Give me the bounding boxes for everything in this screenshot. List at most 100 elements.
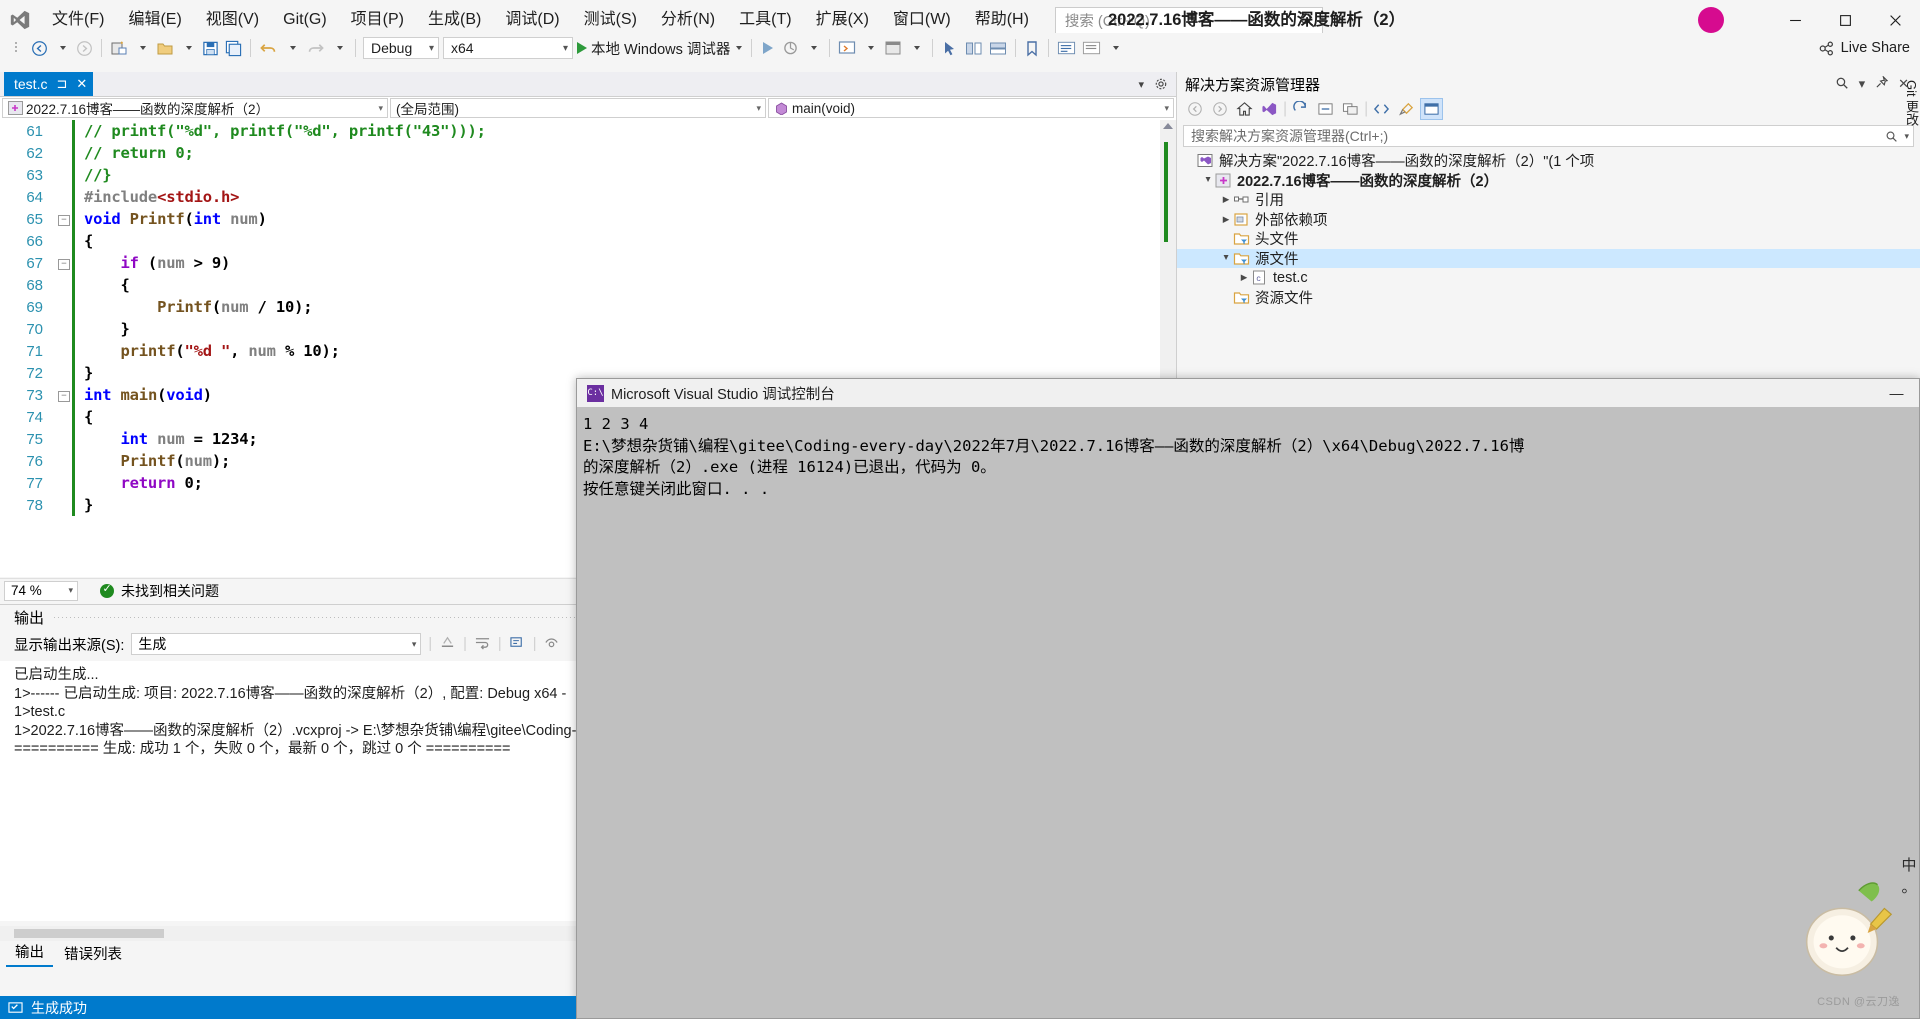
refresh-button[interactable] bbox=[1289, 98, 1312, 120]
code-line[interactable]: 70 } bbox=[0, 318, 1160, 340]
search-icon[interactable] bbox=[1830, 76, 1854, 93]
navigate-back-button[interactable] bbox=[28, 35, 51, 61]
tab-test-c[interactable]: test.c ⊐ ✕ bbox=[4, 72, 94, 96]
solution-tree-item[interactable]: 资源文件 bbox=[1177, 288, 1920, 308]
expand-collapse-icon[interactable]: ▲ bbox=[1201, 175, 1215, 185]
save-all-button[interactable] bbox=[222, 35, 245, 61]
scroll-change-marker bbox=[1164, 142, 1168, 242]
output-source-select[interactable]: 生成 ▾ bbox=[131, 633, 422, 655]
save-button[interactable] bbox=[199, 35, 222, 61]
expand-collapse-icon[interactable]: ▲ bbox=[1219, 253, 1233, 263]
nav-project-select[interactable]: 2022.7.16博客——函数的深度解析（2） ▾ bbox=[2, 98, 388, 118]
line-number: 66 bbox=[26, 232, 43, 250]
git-changes-tab[interactable]: Git 更改 bbox=[1902, 72, 1920, 252]
fold-toggle-icon[interactable]: − bbox=[56, 212, 72, 226]
attach-dropdown[interactable] bbox=[802, 35, 824, 61]
code-line[interactable]: 68 { bbox=[0, 274, 1160, 296]
account-avatar[interactable] bbox=[1698, 7, 1724, 33]
uncomment-lines-button[interactable] bbox=[1079, 35, 1104, 61]
code-line[interactable]: 65− void Printf(int num) bbox=[0, 208, 1160, 230]
tab-list-dropdown-icon[interactable]: ▾ bbox=[1138, 78, 1144, 91]
forward-button[interactable] bbox=[1208, 98, 1231, 120]
code-line[interactable]: 71 printf("%d ", num % 10); bbox=[0, 340, 1160, 362]
home-button[interactable] bbox=[1233, 98, 1256, 120]
toolbar-window-button[interactable] bbox=[881, 35, 905, 61]
expand-icon[interactable]: ▶ bbox=[1237, 272, 1251, 283]
pin-icon[interactable]: ⊐ bbox=[56, 76, 67, 92]
expand-icon[interactable]: ▶ bbox=[1219, 194, 1233, 205]
solution-tree-item[interactable]: 解决方案"2022.7.16博客——函数的深度解析（2）"(1 个项 bbox=[1177, 151, 1920, 171]
attach-process-button[interactable] bbox=[779, 35, 802, 61]
pin-icon[interactable] bbox=[1870, 75, 1893, 92]
fold-toggle-icon[interactable]: − bbox=[56, 256, 72, 270]
start-without-debugging-button[interactable] bbox=[757, 35, 779, 61]
collapse-all-button[interactable] bbox=[1314, 98, 1337, 120]
code-line[interactable]: 64 #include<stdio.h> bbox=[0, 186, 1160, 208]
solution-search-placeholder: 搜索解决方案资源管理器(Ctrl+;) bbox=[1191, 128, 1389, 144]
console-minimize-button[interactable]: — bbox=[1874, 379, 1919, 407]
code-line[interactable]: 63 //} bbox=[0, 164, 1160, 186]
code-text: Printf(num); bbox=[120, 452, 231, 470]
start-debugging-button[interactable]: 本地 Windows 调试器 bbox=[573, 35, 746, 61]
code-line[interactable]: 61 // printf("%d", printf("%d", printf("4… bbox=[0, 120, 1160, 142]
toggle-word-wrap-button[interactable] bbox=[474, 635, 491, 654]
solution-view-button[interactable] bbox=[1258, 98, 1281, 120]
undo-dropdown[interactable] bbox=[281, 35, 303, 61]
toolbar-window-dropdown[interactable] bbox=[905, 35, 927, 61]
select-element-button[interactable] bbox=[938, 35, 962, 61]
live-share-button[interactable]: Live Share bbox=[1818, 34, 1910, 62]
solution-tree-item[interactable]: ▶ 外部依赖项 bbox=[1177, 210, 1920, 230]
solution-tree[interactable]: 解决方案"2022.7.16博客——函数的深度解析（2）"(1 个项 ▲ 2022.… bbox=[1177, 147, 1920, 307]
open-file-dropdown[interactable] bbox=[177, 35, 199, 61]
redo-button[interactable] bbox=[303, 35, 328, 61]
solution-tree-item[interactable]: ▲ 源文件 bbox=[1177, 248, 1920, 268]
code-line[interactable]: 67− if (num > 9) bbox=[0, 252, 1160, 274]
nav-scope-select[interactable]: (全局范围) ▾ bbox=[390, 98, 766, 118]
clear-output-button[interactable] bbox=[439, 635, 456, 654]
nav-member-select[interactable]: main(void) ▾ bbox=[768, 98, 1174, 118]
tab-error-list[interactable]: 错误列表 bbox=[55, 940, 131, 967]
hot-reload-button[interactable] bbox=[835, 35, 859, 61]
view-code-button[interactable] bbox=[1370, 98, 1393, 120]
code-line[interactable]: 62 // return 0; bbox=[0, 142, 1160, 164]
open-file-button[interactable] bbox=[153, 35, 177, 61]
solution-explorer-search-input[interactable]: 搜索解决方案资源管理器(Ctrl+;) ▾ bbox=[1183, 125, 1914, 147]
new-project-dropdown[interactable] bbox=[131, 35, 153, 61]
window-menu-dropdown-icon[interactable]: ▾ bbox=[1854, 76, 1871, 92]
toolbar-more-button[interactable] bbox=[1104, 35, 1126, 61]
solution-tree-item[interactable]: ▶ c test.c bbox=[1177, 268, 1920, 288]
scroll-up-icon[interactable] bbox=[1163, 123, 1173, 129]
navigate-forward-button[interactable] bbox=[73, 35, 96, 61]
close-icon[interactable]: ✕ bbox=[76, 76, 87, 92]
redo-dropdown[interactable] bbox=[328, 35, 350, 61]
solution-tree-item[interactable]: ▲ 2022.7.16博客——函数的深度解析（2） bbox=[1177, 171, 1920, 191]
new-project-button[interactable] bbox=[107, 35, 131, 61]
solution-tree-item[interactable]: 头文件 bbox=[1177, 229, 1920, 249]
layout-split-button[interactable] bbox=[986, 35, 1010, 61]
gear-icon[interactable] bbox=[1154, 77, 1168, 91]
code-line[interactable]: 66 { bbox=[0, 230, 1160, 252]
layout-columns-button[interactable] bbox=[962, 35, 986, 61]
output-settings-button[interactable] bbox=[543, 635, 560, 654]
code-line[interactable]: 69 Printf(num / 10); bbox=[0, 296, 1160, 318]
go-to-message-button[interactable] bbox=[509, 635, 526, 654]
preview-selected-items-button[interactable] bbox=[1420, 98, 1444, 120]
solution-tree-item[interactable]: ▶ 引用 bbox=[1177, 190, 1920, 210]
zoom-level-select[interactable]: 74 % ▾ bbox=[4, 580, 78, 601]
fold-toggle-icon[interactable]: − bbox=[56, 388, 72, 402]
solution-explorer-header: 解决方案资源管理器 ▾ ✕ bbox=[1177, 72, 1920, 96]
navigate-back-dropdown[interactable] bbox=[51, 35, 73, 61]
toolbar-overflow-grip[interactable] bbox=[6, 35, 28, 61]
comment-lines-button[interactable] bbox=[1054, 35, 1079, 61]
back-button[interactable] bbox=[1183, 98, 1206, 120]
bookmark-button[interactable] bbox=[1021, 35, 1043, 61]
solution-configuration-select[interactable]: Debug ▾ bbox=[363, 37, 439, 59]
c-file-icon: c bbox=[1251, 270, 1268, 285]
hot-reload-dropdown[interactable] bbox=[859, 35, 881, 61]
tab-output[interactable]: 输出 bbox=[6, 938, 53, 967]
show-all-files-button[interactable] bbox=[1339, 98, 1362, 120]
solution-platform-select[interactable]: x64 ▾ bbox=[443, 37, 573, 59]
expand-icon[interactable]: ▶ bbox=[1219, 214, 1233, 225]
properties-button[interactable] bbox=[1395, 98, 1418, 120]
undo-button[interactable] bbox=[256, 35, 281, 61]
